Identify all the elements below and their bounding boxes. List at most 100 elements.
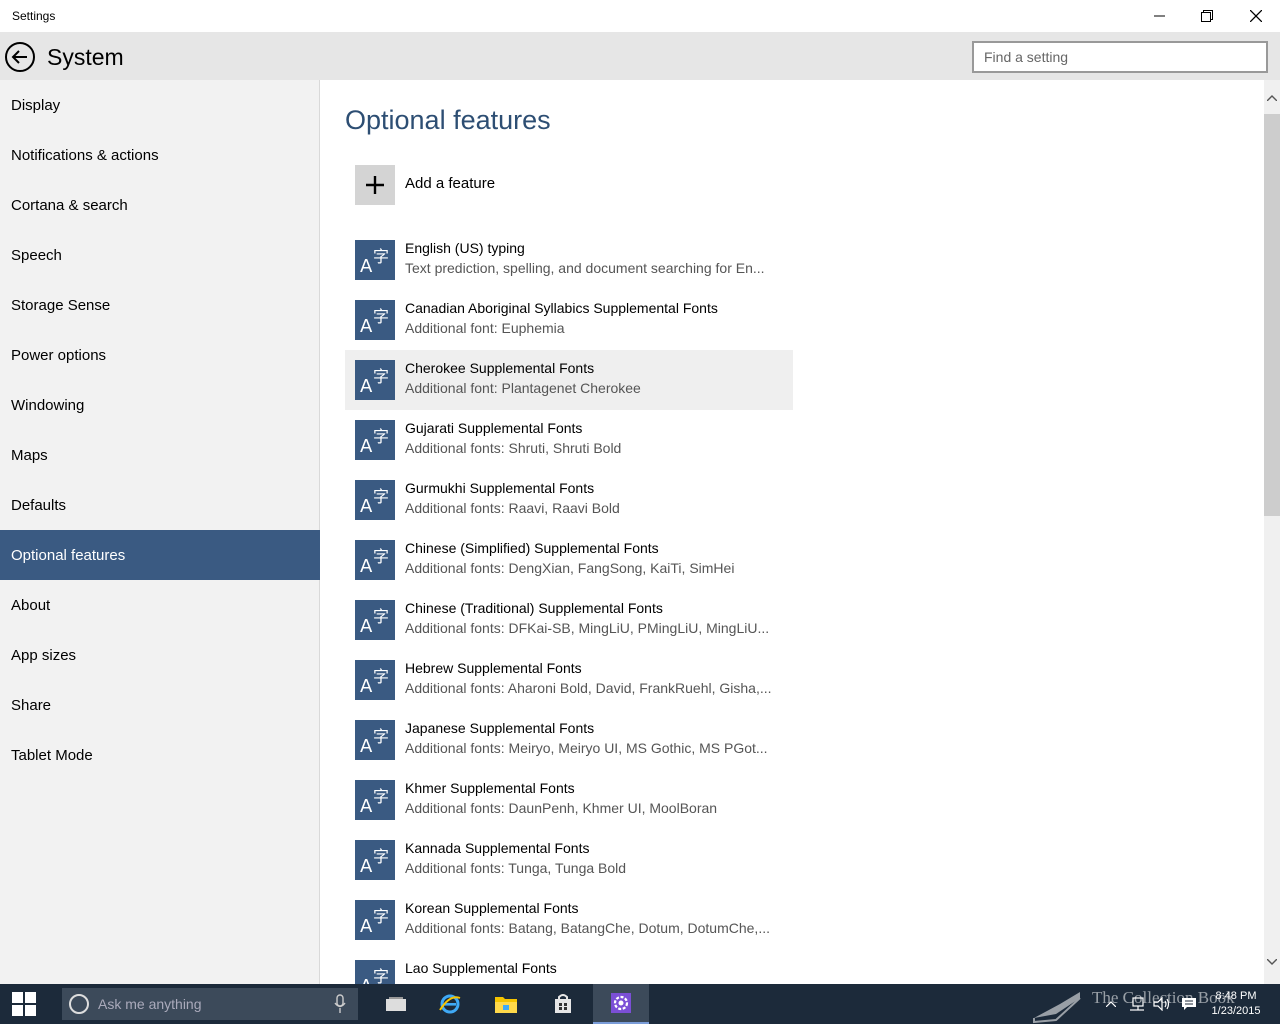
language-font-icon: A字 (355, 360, 395, 400)
back-button[interactable] (4, 41, 36, 73)
feature-item[interactable]: A 字 English (US) typing Text prediction, sp… (345, 230, 793, 290)
icon-glyph-a: A (360, 796, 373, 817)
icon-glyph-zi: 字 (373, 667, 390, 686)
feature-item[interactable]: A 字 Chinese (Simplified) Supplemental Font… (345, 530, 793, 590)
cortana-icon (69, 994, 89, 1014)
find-setting-input[interactable] (974, 43, 1266, 71)
action-center-button[interactable] (1178, 984, 1200, 1024)
feature-item[interactable]: A 字 Chinese (Traditional) Supplemental Fon… (345, 590, 793, 650)
speaker-icon (1153, 997, 1170, 1011)
plus-icon (355, 165, 395, 205)
language-font-icon: A字 (355, 240, 395, 280)
feature-name: English (US) typing (405, 240, 525, 256)
icon-glyph-a: A (360, 436, 373, 457)
sidebar-item-defaults[interactable]: Defaults (0, 480, 320, 530)
taskbar: Ask me anything The Collection Book 8:48… (0, 984, 1280, 1024)
internet-explorer-button[interactable] (422, 984, 478, 1024)
feature-item[interactable]: A字 Lao Supplemental Fonts (345, 950, 793, 984)
sidebar-item-display[interactable]: Display (0, 80, 320, 130)
scroll-down-button[interactable] (1264, 954, 1280, 970)
start-button[interactable] (0, 984, 48, 1024)
feature-name: Korean Supplemental Fonts (405, 900, 579, 916)
feature-name: Cherokee Supplemental Fonts (405, 360, 595, 376)
icon-glyph-zi: 字 (373, 787, 390, 806)
feature-item[interactable]: A 字 Canadian Aboriginal Syllabics Suppleme… (345, 290, 793, 350)
feature-name: Chinese (Traditional) Supplemental Fonts (405, 600, 663, 616)
feature-item[interactable]: A 字 Hebrew Supplemental Fonts Additional fo… (345, 650, 793, 710)
network-button[interactable] (1126, 984, 1148, 1024)
icon-glyph-zi: 字 (373, 427, 390, 446)
file-explorer-button[interactable] (478, 984, 534, 1024)
feature-description: Additional fonts: Shruti, Shruti Bold (405, 440, 622, 456)
close-button[interactable] (1233, 0, 1279, 32)
title-bar: Settings (0, 0, 1280, 32)
sidebar-item-cortana-search[interactable]: Cortana & search (0, 180, 320, 230)
language-font-icon: A字 (355, 720, 395, 760)
settings-app-button[interactable] (593, 984, 649, 1024)
scroll-up-button[interactable] (1264, 90, 1280, 106)
sidebar-item-share[interactable]: Share (0, 680, 320, 730)
page-title: Optional features (345, 105, 551, 135)
add-feature-button[interactable]: Add a feature (345, 160, 793, 216)
microphone-icon[interactable] (334, 994, 346, 1014)
feature-item[interactable]: A 字 Gurmukhi Supplemental Fonts Additional … (345, 470, 793, 530)
sidebar-item-about[interactable]: About (0, 580, 320, 630)
feature-name: Lao Supplemental Fonts (405, 960, 557, 976)
chevron-up-icon (1267, 95, 1277, 101)
feature-item[interactable]: A 字 Gujarati Supplemental Fonts Additional … (345, 410, 793, 470)
feature-description: Additional font: Euphemia (405, 320, 565, 336)
sidebar-item-tablet-mode[interactable]: Tablet Mode (0, 730, 320, 780)
minimize-button[interactable] (1137, 0, 1183, 32)
network-icon (1130, 997, 1144, 1011)
sidebar-item-maps[interactable]: Maps (0, 430, 320, 480)
feature-item[interactable]: A 字 Kannada Supplemental Fonts Additional f… (345, 830, 793, 890)
sidebar-item-storage-sense[interactable]: Storage Sense (0, 280, 320, 330)
feature-description: Additional fonts: Batang, BatangChe, Dot… (405, 920, 770, 936)
icon-glyph-zi: 字 (373, 247, 390, 266)
show-hidden-icons-button[interactable] (1102, 984, 1120, 1024)
store-bag-icon (555, 994, 571, 1013)
volume-button[interactable] (1150, 984, 1174, 1024)
sidebar-item-app-sizes[interactable]: App sizes (0, 630, 320, 680)
feature-description: Additional fonts: DFKai-SB, MingLiU, PMi… (405, 620, 770, 636)
folder-icon (495, 997, 517, 1013)
language-font-icon: A字 (355, 900, 395, 940)
feature-item[interactable]: A 字 Japanese Supplemental Fonts Additional … (345, 710, 793, 770)
internet-explorer-icon (439, 994, 461, 1014)
task-view-button[interactable] (368, 984, 424, 1024)
sidebar-item-optional-features[interactable]: Optional features (0, 530, 320, 580)
sidebar-item-power-options[interactable]: Power options (0, 330, 320, 380)
taskbar-clock[interactable]: 8:48 PM 1/23/2015 (1200, 989, 1272, 1019)
feature-name: Hebrew Supplemental Fonts (405, 660, 582, 676)
sidebar-item-windowing[interactable]: Windowing (0, 380, 320, 430)
minimize-icon (1154, 15, 1165, 17)
icon-glyph-a: A (360, 556, 373, 577)
feature-item[interactable]: A 字 Korean Supplemental Fonts Additional fo… (345, 890, 793, 950)
scrollbar-thumb[interactable] (1264, 114, 1280, 516)
restore-button[interactable] (1184, 0, 1230, 32)
language-font-icon: A字 (355, 300, 395, 340)
language-font-icon: A字 (355, 600, 395, 640)
cortana-search-box[interactable]: Ask me anything (62, 988, 358, 1020)
feature-item[interactable]: A 字 Cherokee Supplemental Fonts Additional … (345, 350, 793, 410)
store-button[interactable] (535, 984, 591, 1024)
sidebar-item-label: App sizes (11, 646, 77, 664)
sidebar-item-notifications-actions[interactable]: Notifications & actions (0, 130, 320, 180)
find-setting-box[interactable] (972, 41, 1268, 73)
sidebar-item-label: Windowing (11, 396, 85, 414)
close-icon (1250, 10, 1262, 22)
sidebar-nav: Display Notifications & actions Cortana & … (0, 80, 320, 984)
sidebar-item-label: Tablet Mode (11, 746, 93, 764)
language-font-icon: A字 (355, 480, 395, 520)
restore-icon (1201, 10, 1213, 22)
icon-glyph-zi: 字 (373, 487, 390, 506)
notification-icon (1182, 998, 1196, 1010)
sidebar-item-label: Share (11, 696, 52, 714)
feature-description: Additional font: Plantagenet Cherokee (405, 380, 641, 396)
scrollbar[interactable] (1264, 80, 1280, 984)
feature-description: Additional fonts: DaunPenh, Khmer UI, Mo… (405, 800, 718, 816)
sidebar-item-speech[interactable]: Speech (0, 230, 320, 280)
feature-item[interactable]: A 字 Khmer Supplemental Fonts Additional fon… (345, 770, 793, 830)
feature-name: Gujarati Supplemental Fonts (405, 420, 583, 436)
icon-glyph-zi: 字 (373, 907, 390, 926)
